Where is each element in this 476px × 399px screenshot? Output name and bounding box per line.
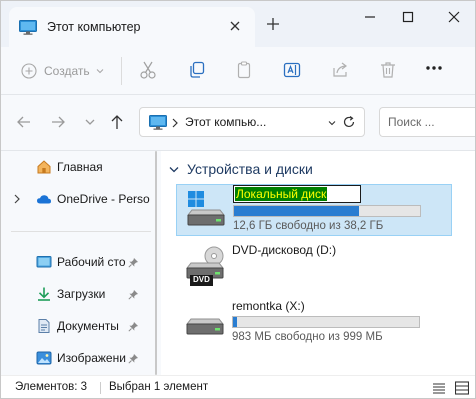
rename-icon[interactable] bbox=[282, 60, 302, 80]
toolbar-divider bbox=[121, 57, 122, 85]
usage-bar-fill bbox=[233, 317, 237, 327]
up-arrow-icon[interactable] bbox=[108, 113, 126, 131]
cut-icon[interactable] bbox=[138, 60, 158, 80]
drive-item-local[interactable]: Локальный диск 12,6 ГБ свободно из 38,2 … bbox=[176, 184, 452, 236]
create-label: Создать bbox=[44, 64, 90, 78]
recent-chevron-icon[interactable] bbox=[81, 113, 99, 131]
command-bar: Создать bbox=[1, 47, 475, 95]
dvd-badge: DVD bbox=[193, 275, 210, 284]
sidebar-item-home[interactable]: Главная bbox=[1, 155, 161, 179]
documents-icon bbox=[38, 319, 50, 333]
more-icon[interactable] bbox=[425, 65, 443, 71]
sidebar-item-pictures[interactable]: Изображени bbox=[1, 346, 161, 370]
drive-name: remontka (X:) bbox=[232, 299, 305, 313]
navigation-pane: Главная OneDrive - Perso Рабочий сто Заг… bbox=[1, 151, 161, 375]
sidebar-item-label: OneDrive - Perso bbox=[57, 192, 150, 206]
cloud-icon bbox=[37, 195, 51, 204]
forward-arrow-icon[interactable] bbox=[49, 113, 67, 131]
file-explorer-window: Этот компьютер Создать Этот компью... По… bbox=[0, 0, 476, 399]
pin-icon[interactable] bbox=[128, 257, 139, 268]
sidebar-item-label: Загрузки bbox=[57, 287, 106, 301]
rename-field[interactable]: Локальный диск bbox=[233, 185, 361, 203]
address-bar[interactable]: Этот компью... bbox=[139, 107, 365, 137]
chevron-right-icon[interactable] bbox=[13, 194, 21, 204]
sidebar-item-label: Главная bbox=[57, 160, 103, 174]
sidebar-scrollbar[interactable] bbox=[155, 151, 157, 375]
usage-bar-fill bbox=[234, 206, 359, 216]
desktop-icon bbox=[36, 256, 52, 268]
status-divider bbox=[100, 382, 101, 394]
this-pc-icon bbox=[19, 19, 37, 35]
title-bar[interactable]: Этот компьютер bbox=[1, 1, 475, 47]
tab-title: Этот компьютер bbox=[47, 20, 141, 34]
drive-name: Локальный диск bbox=[235, 187, 328, 201]
tab-this-pc[interactable]: Этот компьютер bbox=[9, 7, 255, 47]
chevron-down-icon[interactable] bbox=[169, 166, 179, 173]
status-bar: Элементов: 3 Выбран 1 элемент bbox=[1, 375, 475, 398]
address-path: Этот компью... bbox=[185, 115, 267, 129]
sidebar-item-label: Рабочий сто bbox=[57, 255, 126, 269]
this-pc-icon bbox=[149, 115, 167, 130]
group-title: Устройства и диски bbox=[187, 161, 313, 177]
drive-name: DVD-дисковод (D:) bbox=[232, 243, 337, 257]
chevron-right-icon[interactable] bbox=[171, 118, 179, 128]
plus-icon[interactable] bbox=[265, 16, 281, 32]
group-header[interactable]: Устройства и диски bbox=[169, 161, 313, 177]
usage-bar bbox=[232, 316, 420, 328]
sidebar-divider bbox=[11, 231, 151, 232]
item-count: Элементов: 3 bbox=[15, 381, 88, 393]
refresh-icon[interactable] bbox=[342, 115, 356, 129]
paste-icon[interactable] bbox=[234, 60, 254, 80]
back-arrow-icon[interactable] bbox=[15, 113, 33, 131]
sidebar-item-documents[interactable]: Документы bbox=[1, 314, 161, 338]
pin-icon[interactable] bbox=[128, 289, 139, 300]
drive-free-space: 12,6 ГБ свободно из 38,2 ГБ bbox=[233, 220, 384, 232]
plus-icon bbox=[21, 63, 37, 79]
drive-free-space: 983 МБ свободно из 999 МБ bbox=[232, 331, 383, 343]
maximize-icon[interactable] bbox=[398, 9, 418, 25]
home-icon bbox=[37, 160, 51, 174]
search-placeholder: Поиск ... bbox=[388, 115, 435, 129]
close-icon[interactable] bbox=[444, 9, 464, 25]
tiles-view-icon[interactable] bbox=[455, 381, 469, 395]
close-icon[interactable] bbox=[227, 18, 243, 34]
sidebar-item-onedrive[interactable]: OneDrive - Perso bbox=[1, 187, 161, 211]
details-view-icon[interactable] bbox=[432, 381, 446, 395]
chevron-down-icon bbox=[96, 69, 103, 74]
sidebar-item-label: Документы bbox=[57, 319, 119, 333]
chevron-down-icon[interactable] bbox=[328, 120, 336, 126]
navigation-bar: Этот компью... Поиск ... bbox=[1, 95, 475, 151]
sidebar-item-label: Изображени bbox=[57, 351, 126, 365]
pictures-icon bbox=[36, 351, 52, 365]
content-pane: Устройства и диски Локальный диск 12,6 Г… bbox=[161, 151, 475, 375]
sidebar-item-downloads[interactable]: Загрузки bbox=[1, 282, 161, 306]
pin-icon[interactable] bbox=[128, 353, 139, 364]
copy-icon[interactable] bbox=[187, 60, 207, 80]
create-button[interactable]: Создать bbox=[21, 61, 104, 81]
selection-count: Выбран 1 элемент bbox=[109, 381, 209, 393]
minimize-icon[interactable] bbox=[360, 9, 380, 25]
drive-item-remontka[interactable]: remontka (X:) 983 МБ свободно из 999 МБ bbox=[176, 296, 452, 348]
download-icon bbox=[38, 287, 50, 301]
usage-bar bbox=[233, 205, 421, 217]
pin-icon[interactable] bbox=[128, 321, 139, 332]
sidebar-item-desktop[interactable]: Рабочий сто bbox=[1, 250, 161, 274]
hard-drive-icon bbox=[185, 318, 225, 335]
share-icon[interactable] bbox=[331, 60, 351, 80]
windows-drive-icon bbox=[186, 191, 226, 226]
search-input[interactable]: Поиск ... bbox=[379, 107, 475, 137]
drive-item-dvd[interactable]: DVD DVD-дисковод (D:) bbox=[176, 240, 452, 292]
delete-icon[interactable] bbox=[378, 60, 398, 80]
